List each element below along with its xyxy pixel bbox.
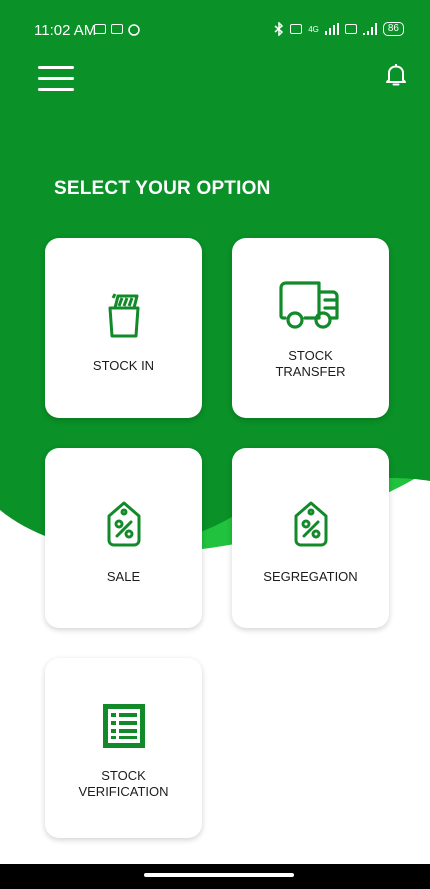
home-gesture-handle[interactable] bbox=[144, 873, 294, 877]
page-title: SELECT YOUR OPTION bbox=[54, 178, 271, 199]
option-card-segregation[interactable]: SEGREGATION bbox=[232, 448, 389, 628]
hamburger-menu-icon[interactable] bbox=[38, 66, 74, 92]
percent-tag-icon bbox=[294, 501, 327, 547]
list-sheet-icon bbox=[102, 704, 145, 748]
option-card-sale[interactable]: SALE bbox=[45, 448, 202, 628]
message-notification-icon bbox=[111, 24, 123, 34]
volte-icon bbox=[290, 24, 303, 34]
truck-icon bbox=[278, 281, 339, 329]
battery-indicator: 86 bbox=[382, 22, 404, 36]
system-status-icons: 4G 86 bbox=[274, 22, 404, 36]
option-card-stock-transfer[interactable]: STOCK TRANSFER bbox=[232, 238, 389, 418]
system-navigation-bar bbox=[0, 864, 430, 889]
option-card-stock-verification[interactable]: STOCK VERIFICATION bbox=[45, 658, 202, 838]
option-label: SALE bbox=[106, 569, 141, 584]
percent-tag-icon bbox=[107, 501, 140, 547]
option-label: STOCK VERIFICATION bbox=[78, 768, 169, 799]
signal-icon bbox=[324, 23, 339, 35]
option-label: STOCK TRANSFER bbox=[275, 348, 346, 379]
gmail-notification-icon bbox=[94, 24, 106, 34]
status-time: 11:02 AM bbox=[34, 22, 97, 39]
box-in-icon bbox=[108, 293, 139, 338]
bluetooth-icon bbox=[274, 22, 284, 36]
option-label: STOCK IN bbox=[92, 358, 155, 373]
signal-icon-2 bbox=[362, 23, 377, 35]
notification-icons bbox=[94, 24, 140, 36]
status-bar: 11:02 AM 4G 86 bbox=[0, 0, 430, 39]
option-label: SEGREGATION bbox=[263, 569, 358, 584]
bell-icon[interactable] bbox=[384, 62, 408, 88]
home-screen: 11:02 AM 4G 86 SELECT YOUR OPTION STOCK … bbox=[0, 0, 430, 889]
volte-icon-2 bbox=[344, 24, 357, 34]
whatsapp-notification-icon bbox=[128, 24, 140, 36]
option-card-stock-in[interactable]: STOCK IN bbox=[45, 238, 202, 418]
network-type-label: 4G bbox=[308, 24, 319, 34]
